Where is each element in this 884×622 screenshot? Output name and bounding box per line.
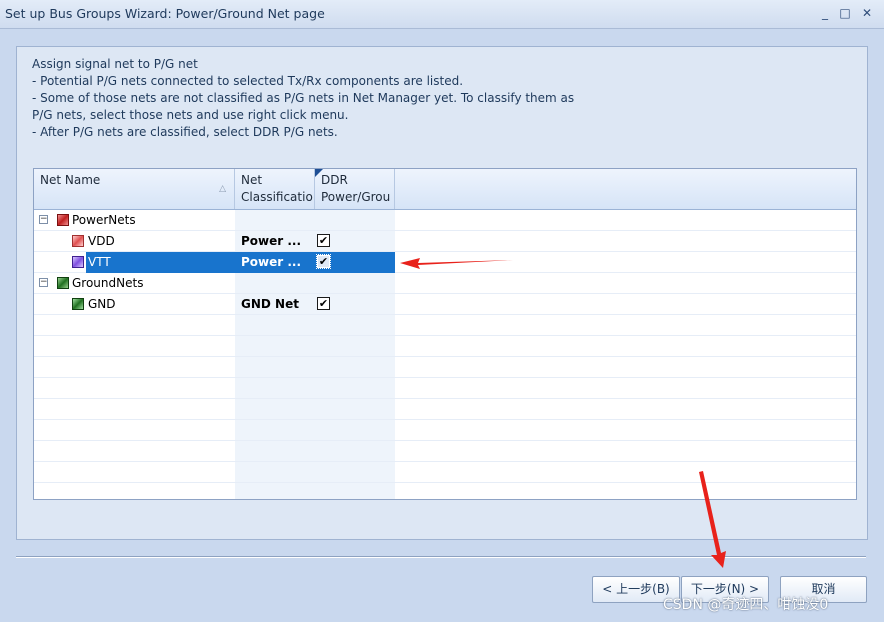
annotation-arrow-vtt (400, 258, 513, 269)
annotation-arrow-next (699, 471, 726, 568)
annotation-overlay (400, 258, 726, 568)
